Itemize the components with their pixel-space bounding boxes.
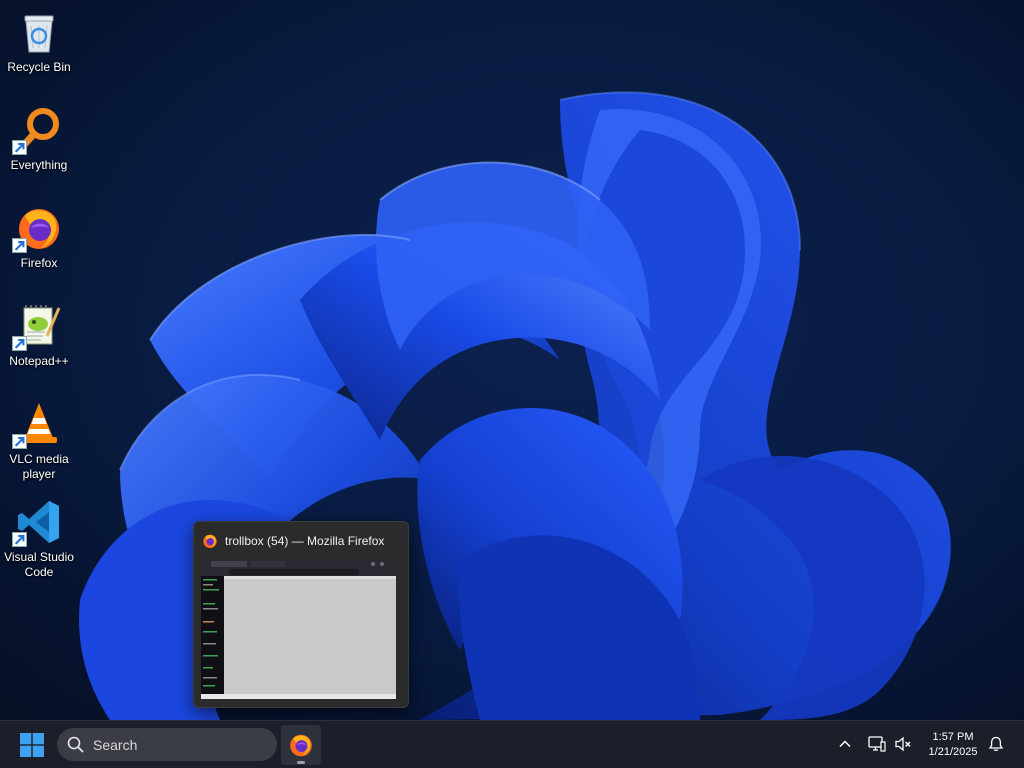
volume-button[interactable] <box>892 733 914 755</box>
notification-bell-icon <box>988 736 1004 751</box>
desktop-icon-everything[interactable]: Everything <box>4 106 74 173</box>
firefox-icon <box>203 534 217 548</box>
chevron-up-icon <box>839 740 851 748</box>
shortcut-arrow-icon <box>12 532 27 547</box>
taskbar-app-firefox[interactable] <box>281 725 321 765</box>
clock-time: 1:57 PM <box>932 731 974 743</box>
thumbnail-title-row: trollbox (54) — Mozilla Firefox <box>202 531 400 551</box>
taskbar-clock[interactable]: 1:57 PM 1/21/2025 <box>918 727 988 763</box>
everything-search-icon <box>12 106 63 155</box>
desktop-icon-label: Firefox <box>20 256 58 270</box>
firefox-icon <box>290 734 312 757</box>
search-placeholder: Search <box>93 736 138 753</box>
volume-muted-icon <box>895 736 911 752</box>
start-button[interactable] <box>16 729 48 761</box>
desktop-icon-vlc[interactable]: VLC media player <box>4 400 74 482</box>
desktop-icon-recycle-bin[interactable]: Recycle Bin <box>4 8 74 75</box>
shortcut-arrow-icon <box>12 336 27 351</box>
vlc-icon <box>12 400 63 449</box>
network-icon <box>868 736 886 752</box>
shortcut-arrow-icon <box>12 434 27 449</box>
network-button[interactable] <box>866 733 888 755</box>
firefox-icon <box>12 204 63 253</box>
show-hidden-icons-button[interactable] <box>834 733 856 755</box>
notepad-plus-plus-icon <box>12 302 63 351</box>
desktop-icon-label: Recycle Bin <box>7 60 71 74</box>
notifications-button[interactable] <box>985 733 1007 755</box>
running-indicator <box>297 761 305 764</box>
search-icon <box>67 736 84 753</box>
window-preview[interactable] <box>201 559 396 699</box>
recycle-bin-icon <box>15 8 63 56</box>
taskbar-thumbnail-popup[interactable]: trollbox (54) — Mozilla Firefox <box>193 521 409 708</box>
desktop-icon-vscode[interactable]: Visual Studio Code <box>4 498 74 580</box>
shortcut-arrow-icon <box>12 238 27 253</box>
shortcut-arrow-icon <box>12 140 27 155</box>
thumbnail-title: trollbox (54) — Mozilla Firefox <box>225 534 385 548</box>
windows-logo-icon <box>20 733 44 757</box>
desktop-icon-notepad-plus-plus[interactable]: Notepad++ <box>4 302 74 369</box>
taskbar: Search 1:57 PM 1/21/2025 <box>0 720 1024 768</box>
browser-preview-image <box>201 559 396 699</box>
desktop-icon-firefox[interactable]: Firefox <box>4 204 74 271</box>
vscode-icon <box>12 498 63 547</box>
clock-date: 1/21/2025 <box>928 746 978 758</box>
taskbar-search-box[interactable]: Search <box>57 728 277 761</box>
desktop-wallpaper <box>0 0 1024 720</box>
